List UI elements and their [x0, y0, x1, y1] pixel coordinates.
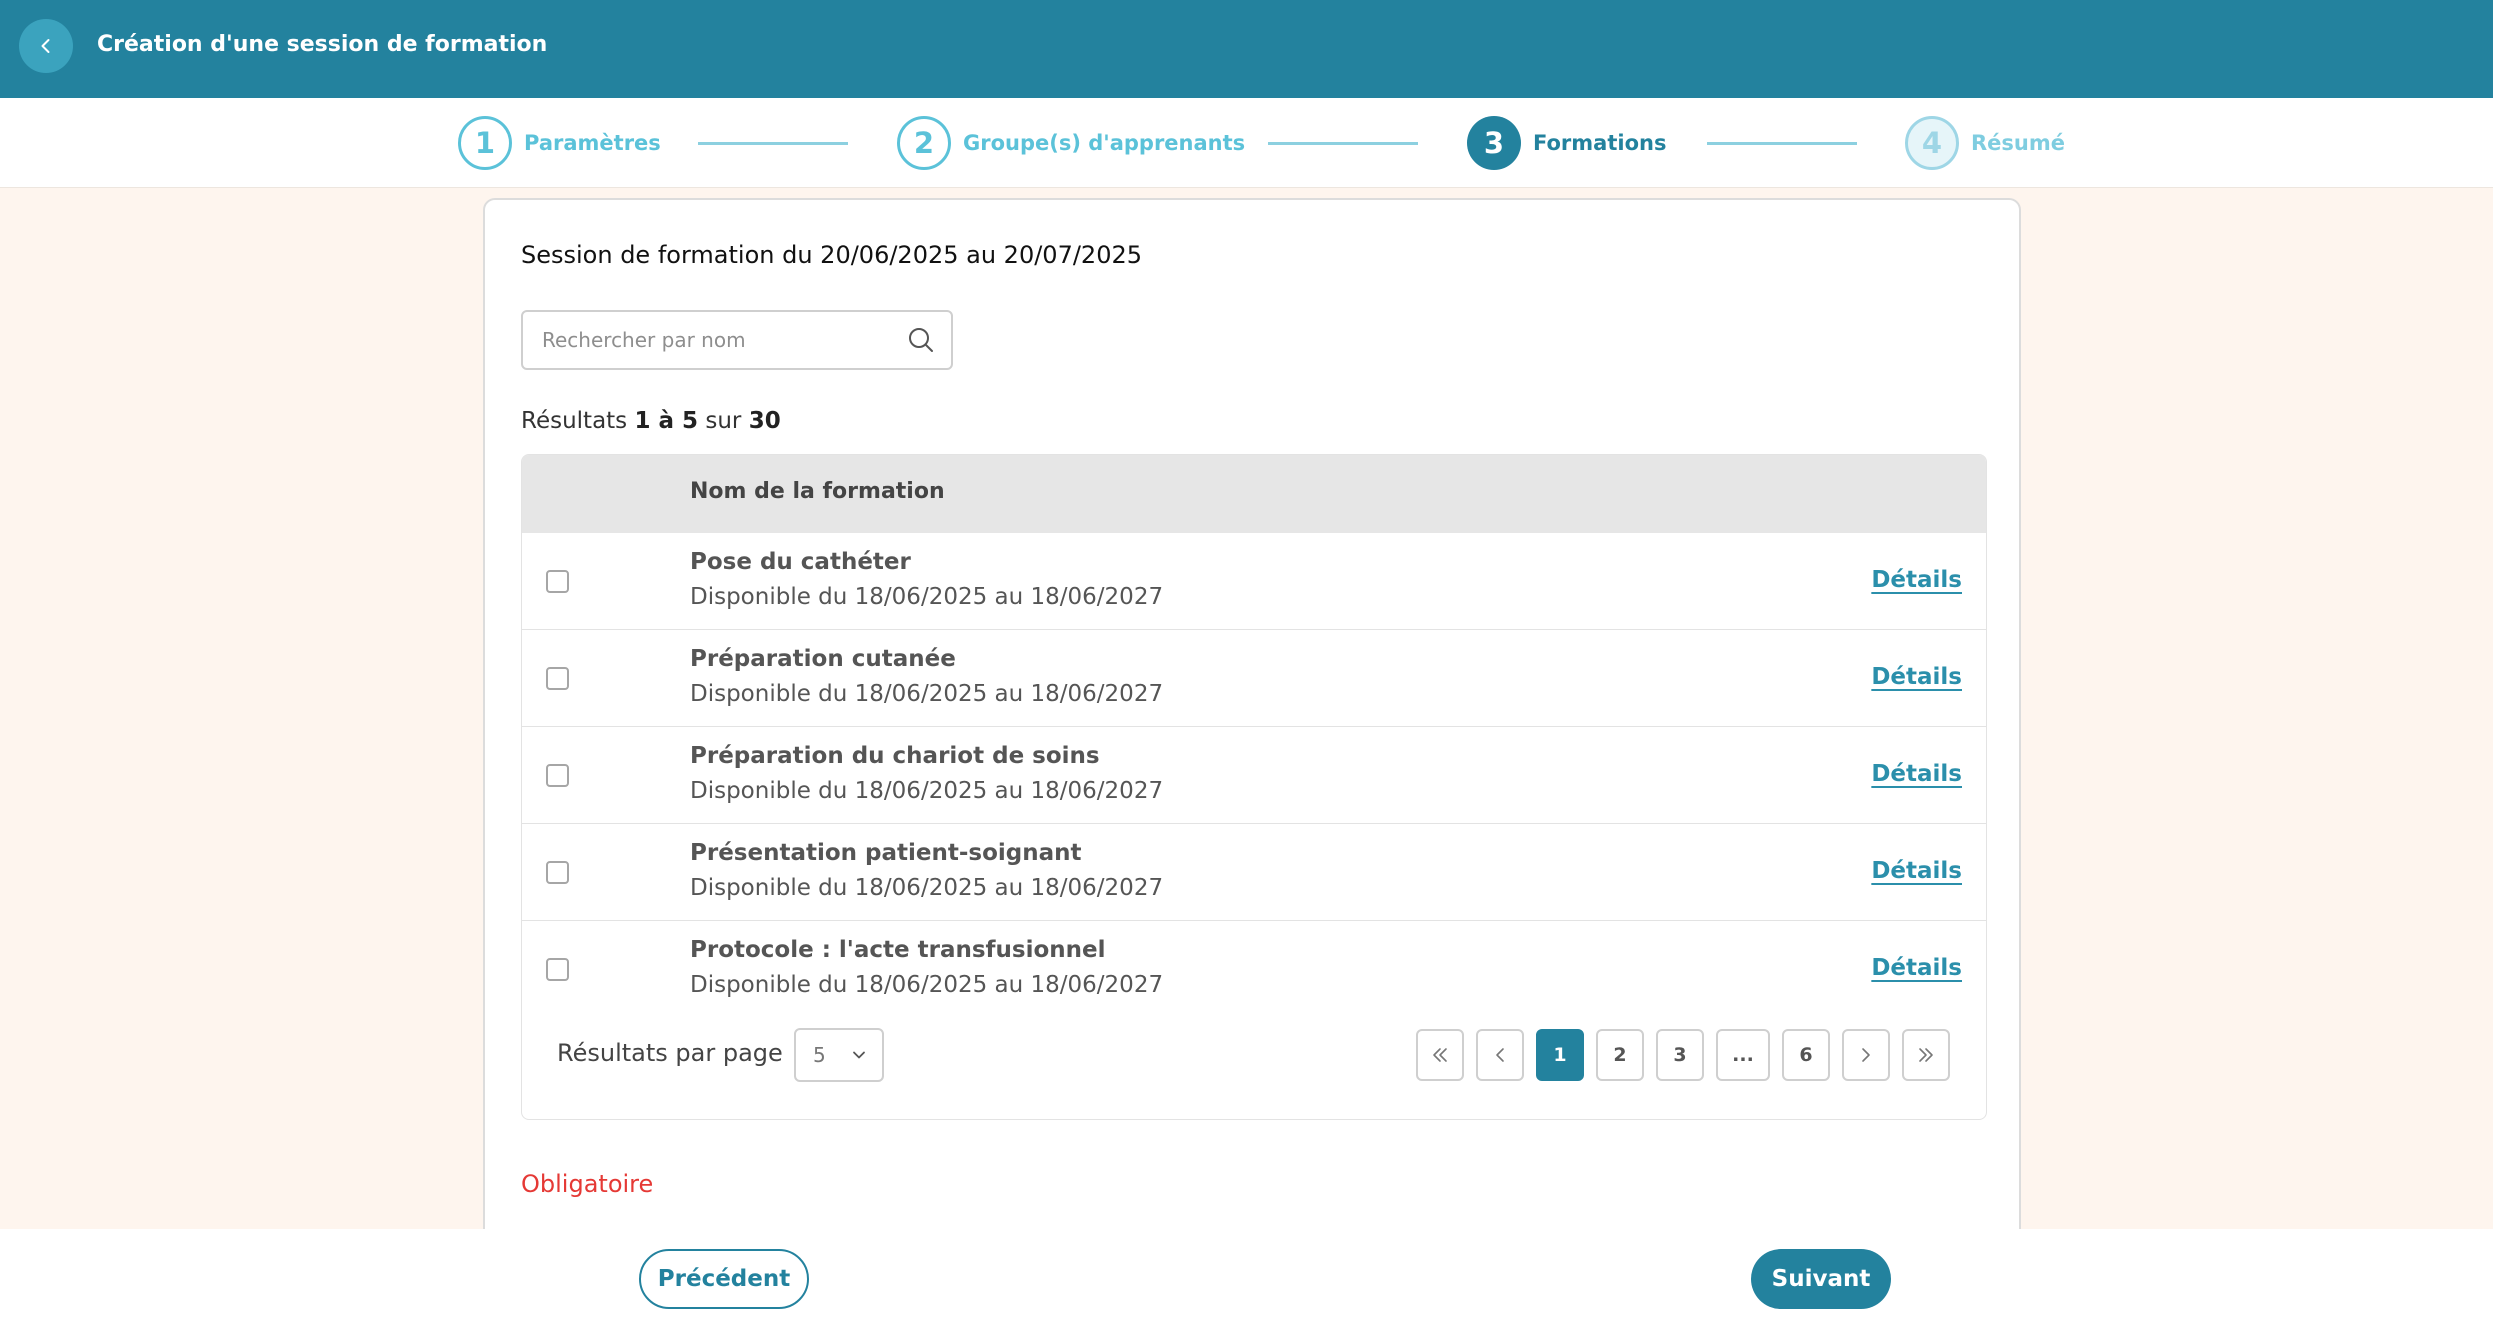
- page-button-6[interactable]: 6: [1782, 1029, 1830, 1081]
- formations-card: Session de formation du 20/06/2025 au 20…: [483, 198, 2021, 1319]
- chevron-left-icon: [41, 39, 50, 53]
- formation-name: Protocole : l'acte transfusionnel: [690, 937, 1106, 963]
- formation-dates: Disponible du 18/06/2025 au 18/06/2027: [690, 681, 1164, 707]
- row-checkbox[interactable]: [546, 861, 569, 884]
- table-header: Nom de la formation: [522, 455, 1986, 533]
- formations-table: Nom de la formation Pose du cathéter Dis…: [521, 454, 1987, 1120]
- last-page-button[interactable]: [1902, 1029, 1950, 1081]
- previous-button[interactable]: Précédent: [639, 1249, 809, 1309]
- next-page-button[interactable]: [1842, 1029, 1890, 1081]
- results-prefix: Résultats: [521, 408, 628, 434]
- required-error: Obligatoire: [521, 1170, 654, 1198]
- back-button[interactable]: [19, 19, 73, 73]
- page-button-1[interactable]: 1: [1536, 1029, 1584, 1081]
- step-connector: [1707, 142, 1857, 145]
- table-row: Préparation cutanée Disponible du 18/06/…: [522, 630, 1986, 727]
- chevron-down-icon: [853, 1051, 865, 1059]
- row-checkbox[interactable]: [546, 764, 569, 787]
- formation-name: Pose du cathéter: [690, 549, 911, 575]
- step-number: 2: [897, 116, 951, 170]
- results-total: 30: [748, 408, 781, 434]
- app-header: Création d'une session de formation: [0, 0, 2493, 98]
- details-link[interactable]: Détails: [1871, 761, 1962, 787]
- pagination: 1 2 3 ... 6: [1416, 1029, 1950, 1081]
- per-page-select[interactable]: 5: [794, 1028, 884, 1082]
- row-checkbox[interactable]: [546, 570, 569, 593]
- formation-dates: Disponible du 18/06/2025 au 18/06/2027: [690, 584, 1164, 610]
- next-button[interactable]: Suivant: [1751, 1249, 1891, 1309]
- per-page-value: 5: [813, 1043, 826, 1067]
- double-chevron-left-icon: [1433, 1048, 1447, 1062]
- results-count: Résultats 1 à 5 sur 30: [521, 408, 781, 434]
- step-label: Formations: [1533, 131, 1667, 155]
- step-number: 4: [1905, 116, 1959, 170]
- search-icon[interactable]: [907, 326, 935, 354]
- formation-name: Préparation du chariot de soins: [690, 743, 1100, 769]
- step-label: Groupe(s) d'apprenants: [963, 131, 1246, 155]
- search-input[interactable]: [542, 328, 907, 352]
- table-row: Pose du cathéter Disponible du 18/06/202…: [522, 533, 1986, 630]
- formation-dates: Disponible du 18/06/2025 au 18/06/2027: [690, 875, 1164, 901]
- formation-name: Présentation patient-soignant: [690, 840, 1082, 866]
- per-page-label: Résultats par page: [557, 1039, 783, 1067]
- row-checkbox[interactable]: [546, 958, 569, 981]
- step-number: 1: [458, 116, 512, 170]
- first-page-button[interactable]: [1416, 1029, 1464, 1081]
- step-resume[interactable]: 4 Résumé: [1905, 116, 2065, 170]
- chevron-left-icon: [1496, 1048, 1504, 1062]
- page-button-3[interactable]: 3: [1656, 1029, 1704, 1081]
- step-label: Paramètres: [524, 131, 661, 155]
- page-ellipsis-button[interactable]: ...: [1716, 1029, 1770, 1081]
- formation-dates: Disponible du 18/06/2025 au 18/06/2027: [690, 972, 1164, 998]
- table-row: Présentation patient-soignant Disponible…: [522, 824, 1986, 921]
- step-connector: [698, 142, 848, 145]
- step-groupes-apprenants[interactable]: 2 Groupe(s) d'apprenants: [897, 116, 1245, 170]
- table-row: Préparation du chariot de soins Disponib…: [522, 727, 1986, 824]
- footer-bar: Précédent Suivant: [0, 1229, 2493, 1319]
- step-label: Résumé: [1971, 131, 2065, 155]
- step-parametres[interactable]: 1 Paramètres: [458, 116, 661, 170]
- page-title: Création d'une session de formation: [97, 32, 548, 57]
- step-connector: [1268, 142, 1418, 145]
- table-row: Protocole : l'acte transfusionnel Dispon…: [522, 921, 1986, 1018]
- details-link[interactable]: Détails: [1871, 955, 1962, 981]
- column-header-nom: Nom de la formation: [690, 479, 945, 504]
- double-chevron-right-icon: [1919, 1048, 1933, 1062]
- step-formations[interactable]: 3 Formations: [1467, 116, 1666, 170]
- search-field[interactable]: [521, 310, 953, 370]
- formation-dates: Disponible du 18/06/2025 au 18/06/2027: [690, 778, 1164, 804]
- page-button-2[interactable]: 2: [1596, 1029, 1644, 1081]
- details-link[interactable]: Détails: [1871, 664, 1962, 690]
- wizard-stepper: 1 Paramètres 2 Groupe(s) d'apprenants 3 …: [0, 98, 2493, 188]
- details-link[interactable]: Détails: [1871, 567, 1962, 593]
- details-link[interactable]: Détails: [1871, 858, 1962, 884]
- row-checkbox[interactable]: [546, 667, 569, 690]
- step-number: 3: [1467, 116, 1521, 170]
- results-sur: sur: [705, 408, 742, 434]
- formation-name: Préparation cutanée: [690, 646, 956, 672]
- chevron-right-icon: [1862, 1048, 1870, 1062]
- results-range: 1 à 5: [634, 408, 699, 434]
- previous-page-button[interactable]: [1476, 1029, 1524, 1081]
- session-title: Session de formation du 20/06/2025 au 20…: [521, 241, 1142, 269]
